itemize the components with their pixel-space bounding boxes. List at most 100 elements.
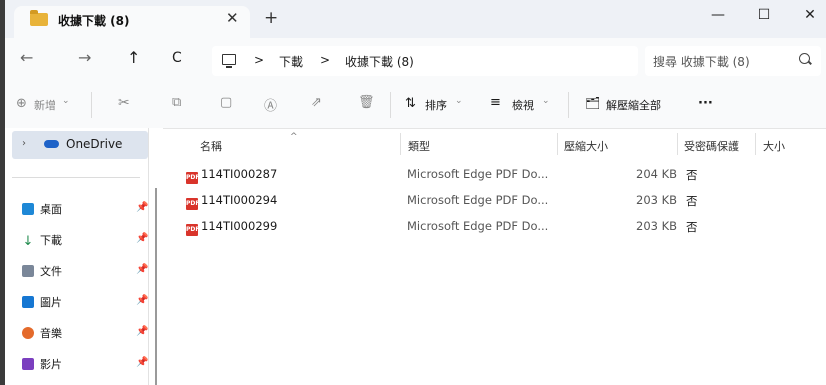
breadcrumb-downloads[interactable]: 下載 bbox=[279, 53, 303, 70]
cut-icon[interactable]: ✂ bbox=[118, 95, 130, 111]
sort-ascending-icon: ^ bbox=[290, 132, 298, 142]
file-password: 否 bbox=[686, 194, 698, 208]
sidebar-item-label: OneDrive bbox=[66, 137, 123, 151]
file-compressed-size: 204 KB bbox=[636, 167, 678, 181]
chevron-right-icon[interactable]: › bbox=[22, 138, 26, 149]
back-button[interactable]: ← bbox=[20, 48, 33, 67]
tab-active[interactable] bbox=[14, 6, 250, 38]
toolbar-divider bbox=[91, 92, 92, 118]
view-button[interactable]: 檢視 bbox=[512, 97, 534, 113]
sidebar-item-label: 圖片 bbox=[40, 296, 62, 309]
file-type: Microsoft Edge PDF Do... bbox=[407, 193, 549, 207]
chevron-down-icon: ⌄ bbox=[542, 96, 550, 106]
sidebar-item-music[interactable]: 音樂 bbox=[22, 325, 62, 341]
file-row[interactable]: PDF 114TI000299 Microsoft Edge PDF Do... … bbox=[183, 216, 826, 238]
pdf-icon: PDF bbox=[186, 224, 199, 236]
pane-divider[interactable] bbox=[148, 128, 149, 385]
sidebar-item-videos[interactable]: 影片 bbox=[22, 356, 62, 372]
nav-scrollbar[interactable] bbox=[155, 188, 157, 385]
column-divider[interactable] bbox=[755, 133, 756, 155]
new-button[interactable]: 新增 bbox=[34, 97, 56, 113]
file-name: 114TI000287 bbox=[201, 167, 278, 181]
search-placeholder: 搜尋 收據下載 (8) bbox=[653, 55, 750, 69]
music-icon bbox=[22, 327, 34, 339]
file-compressed-size: 203 KB bbox=[636, 193, 678, 207]
pdf-icon: PDF bbox=[186, 172, 199, 184]
close-button[interactable]: ✕ bbox=[787, 0, 826, 30]
column-header-compressed-size[interactable]: 壓縮大小 bbox=[564, 138, 608, 154]
folder-zip-icon bbox=[30, 10, 48, 26]
download-arrow-icon: ↓ bbox=[22, 234, 34, 249]
sidebar-item-label: 下載 bbox=[40, 234, 62, 247]
computer-icon bbox=[222, 54, 236, 68]
share-icon[interactable]: ⇗ bbox=[311, 95, 322, 110]
nav-divider bbox=[12, 177, 140, 178]
sidebar-item-desktop[interactable]: 桌面 bbox=[22, 201, 62, 217]
sidebar-item-downloads[interactable]: ↓ 下載 bbox=[22, 232, 62, 249]
up-button[interactable]: ↑ bbox=[127, 48, 140, 67]
column-header-password[interactable]: 受密碼保護 bbox=[684, 138, 739, 154]
sidebar-item-label: 音樂 bbox=[40, 327, 62, 340]
document-icon bbox=[22, 265, 34, 277]
pin-icon[interactable]: 📌 bbox=[136, 233, 148, 244]
pin-icon[interactable]: 📌 bbox=[136, 326, 148, 337]
file-row[interactable]: PDF 114TI000287 Microsoft Edge PDF Do... … bbox=[183, 164, 826, 186]
pin-icon[interactable]: 📌 bbox=[136, 357, 148, 368]
sort-icon: ⇅ bbox=[405, 96, 416, 111]
file-type: Microsoft Edge PDF Do... bbox=[407, 167, 549, 181]
tab-title: 收據下載 (8) bbox=[58, 14, 130, 28]
sidebar-item-label: 影片 bbox=[40, 358, 62, 371]
desktop-icon bbox=[22, 203, 34, 215]
column-divider[interactable] bbox=[400, 133, 401, 155]
cloud-icon bbox=[44, 140, 59, 148]
pin-icon[interactable]: 📌 bbox=[136, 264, 148, 275]
file-type: Microsoft Edge PDF Do... bbox=[407, 219, 549, 233]
extract-icon: 🗂 bbox=[585, 96, 601, 110]
file-name-cell: PDF 114TI000299 bbox=[186, 219, 277, 236]
file-row[interactable]: PDF 114TI000294 Microsoft Edge PDF Do... … bbox=[183, 190, 826, 212]
file-password: 否 bbox=[686, 220, 698, 234]
delete-icon[interactable]: 🗑 bbox=[358, 95, 375, 110]
copy-icon[interactable]: ⧉ bbox=[172, 95, 181, 110]
column-divider[interactable] bbox=[557, 133, 558, 155]
address-box[interactable] bbox=[212, 46, 638, 76]
breadcrumb-separator: > bbox=[320, 53, 331, 67]
column-divider[interactable] bbox=[677, 133, 678, 155]
pin-icon[interactable]: 📌 bbox=[136, 202, 148, 213]
pdf-icon: PDF bbox=[186, 198, 199, 210]
column-header-size[interactable]: 大小 bbox=[763, 138, 785, 154]
navigation-pane bbox=[5, 128, 163, 385]
toolbar-divider bbox=[390, 92, 391, 118]
file-name-cell: PDF 114TI000287 bbox=[186, 167, 277, 184]
file-name: 114TI000294 bbox=[201, 193, 278, 207]
sidebar-item-documents[interactable]: 文件 bbox=[22, 263, 62, 279]
maximize-button[interactable]: ☐ bbox=[741, 0, 787, 30]
sidebar-item-pictures[interactable]: 圖片 bbox=[22, 294, 62, 310]
sort-button[interactable]: 排序 bbox=[425, 97, 447, 113]
add-circle-icon: ⊕ bbox=[16, 96, 27, 111]
new-tab-button[interactable]: + bbox=[264, 8, 278, 28]
extract-all-button[interactable]: 解壓縮全部 bbox=[606, 97, 661, 113]
refresh-button[interactable]: C bbox=[172, 50, 182, 66]
column-header-name[interactable]: 名稱 bbox=[200, 138, 222, 154]
toolbar-divider bbox=[568, 92, 569, 118]
minimize-button[interactable]: — bbox=[695, 0, 741, 30]
sidebar-item-label: 桌面 bbox=[40, 203, 62, 216]
picture-icon bbox=[22, 296, 34, 308]
tab-close-icon[interactable]: ✕ bbox=[226, 9, 239, 27]
file-password: 否 bbox=[686, 168, 698, 182]
forward-button[interactable]: → bbox=[78, 48, 91, 67]
breadcrumb-separator: > bbox=[254, 53, 265, 67]
sidebar-item-label: 文件 bbox=[40, 265, 62, 278]
more-options-button[interactable]: ··· bbox=[698, 96, 713, 111]
rename-icon[interactable]: Ⓐ bbox=[264, 95, 277, 114]
file-name: 114TI000299 bbox=[201, 219, 278, 233]
video-icon bbox=[22, 358, 34, 370]
search-icon[interactable] bbox=[799, 53, 810, 64]
column-header-type[interactable]: 類型 bbox=[408, 138, 430, 154]
paste-icon[interactable]: ▢ bbox=[220, 95, 232, 110]
chevron-down-icon: ⌄ bbox=[62, 96, 70, 106]
pin-icon[interactable]: 📌 bbox=[136, 295, 148, 306]
breadcrumb-current[interactable]: 收據下載 (8) bbox=[345, 53, 414, 70]
file-name-cell: PDF 114TI000294 bbox=[186, 193, 277, 210]
